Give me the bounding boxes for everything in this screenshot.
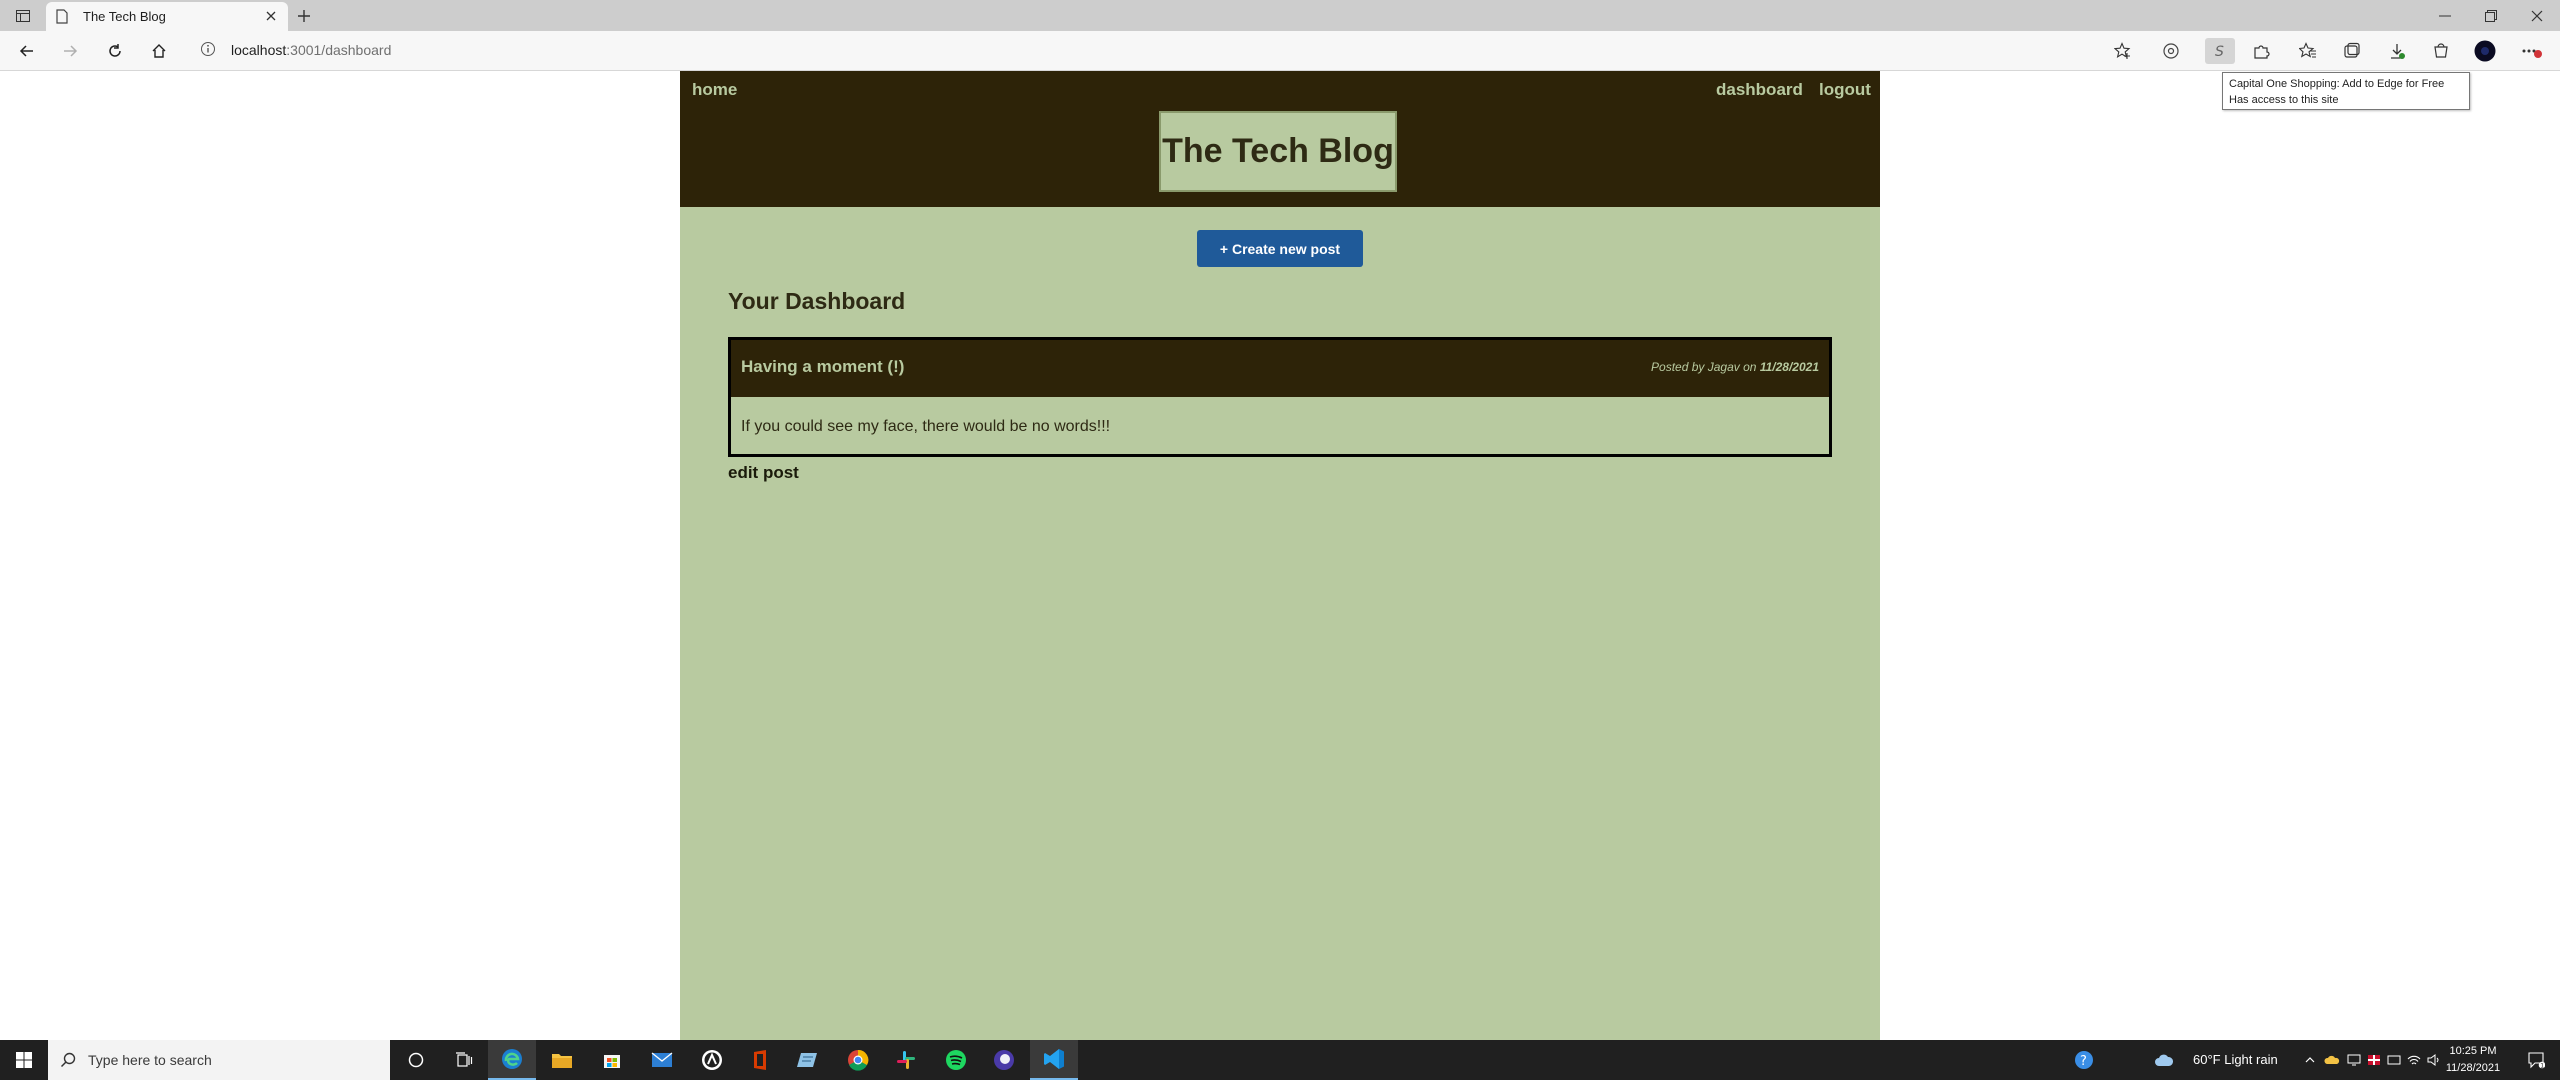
profile-avatar-icon[interactable] (2474, 40, 2496, 62)
url-host: localhost (231, 42, 287, 58)
post-card[interactable]: Having a moment (!) Posted by Jagav on 1… (728, 337, 1832, 457)
chrome-icon[interactable] (834, 1040, 882, 1080)
site-title: The Tech Blog (1162, 132, 1394, 170)
minimize-icon[interactable] (2422, 0, 2468, 31)
restore-icon[interactable] (2468, 0, 2514, 31)
browser-icon[interactable] (980, 1040, 1028, 1080)
post-date: 11/28/2021 (1759, 360, 1819, 374)
taskbar: Type here to search ? 60°F Light rain 10… (0, 1040, 2560, 1080)
app-icon[interactable] (688, 1040, 736, 1080)
taskbar-search[interactable]: Type here to search (48, 1040, 390, 1080)
browser-tab[interactable]: The Tech Blog (46, 2, 288, 31)
tooltip-line-2: Has access to this site (2229, 94, 2339, 106)
wifi-icon[interactable] (2404, 1040, 2424, 1080)
extension-tooltip: Capital One Shopping: Add to Edge for Fr… (2222, 72, 2470, 110)
mail-icon[interactable] (638, 1040, 686, 1080)
post-author: Jagav (1707, 360, 1740, 374)
clock-time: 10:25 PM (2449, 1045, 2497, 1057)
taskbar-clock[interactable]: 10:25 PM 11/28/2021 (2438, 1043, 2508, 1077)
windows-start-icon[interactable] (0, 1040, 48, 1080)
extensions-puzzle-icon[interactable] (2250, 40, 2272, 62)
close-window-icon[interactable] (2514, 0, 2560, 31)
edge-icon[interactable] (488, 1040, 536, 1080)
monitor-icon[interactable] (2344, 1040, 2364, 1080)
edit-post-link[interactable]: edit post (728, 463, 799, 483)
file-explorer-icon[interactable] (538, 1040, 586, 1080)
nav-home-link[interactable]: home (692, 80, 737, 100)
create-new-post-button[interactable]: + Create new post (1197, 230, 1363, 267)
capital-one-shopping-icon[interactable]: S (2205, 38, 2235, 64)
clock-date: 11/28/2021 (2445, 1062, 2501, 1074)
post-body: If you could see my face, there would be… (741, 418, 1111, 435)
search-placeholder: Type here to search (88, 1052, 212, 1068)
page-icon (56, 9, 68, 24)
tab-actions-icon[interactable] (10, 7, 36, 25)
weather-text[interactable]: 60°F Light rain (2193, 1052, 2278, 1067)
tab-title: The Tech Blog (83, 9, 166, 24)
onedrive-icon[interactable] (2322, 1040, 2342, 1080)
shopping-icon[interactable] (2430, 40, 2452, 62)
post-meta: Posted by Jagav on 11/28/2021 (1651, 360, 1819, 374)
settings-more-icon[interactable] (2520, 40, 2542, 62)
tab-bar: The Tech Blog (0, 0, 2560, 31)
address-bar[interactable]: localhost:3001/dashboard (231, 42, 391, 58)
svg-text:S: S (2215, 44, 2224, 59)
collections-icon[interactable] (2341, 40, 2363, 62)
favorites-icon[interactable] (2297, 40, 2319, 62)
close-tab-icon[interactable] (264, 9, 278, 23)
office-icon[interactable] (736, 1040, 784, 1080)
url-path: :3001/dashboard (286, 42, 392, 58)
posted-by-label: Posted by (1651, 360, 1705, 374)
home-icon[interactable] (148, 40, 170, 62)
refresh-icon[interactable] (104, 40, 126, 62)
extension-icon[interactable] (2160, 40, 2182, 62)
site-info-icon[interactable] (200, 41, 216, 57)
spotify-icon[interactable] (932, 1040, 980, 1080)
site-header: home dashboard logout The Tech Blog (680, 71, 1880, 207)
vscode-icon[interactable] (1030, 1040, 1078, 1080)
add-favorite-icon[interactable] (2112, 40, 2134, 62)
display-icon[interactable] (2384, 1040, 2404, 1080)
downloads-icon[interactable] (2386, 40, 2408, 62)
svg-text:?: ? (2080, 1054, 2087, 1069)
flag-icon[interactable] (2364, 1040, 2384, 1080)
help-icon[interactable]: ? (2060, 1040, 2108, 1080)
site-title-box[interactable]: The Tech Blog (1159, 111, 1397, 192)
notepad-icon[interactable] (784, 1040, 832, 1080)
notifications-icon[interactable]: 1 (2512, 1040, 2560, 1080)
slack-icon[interactable] (882, 1040, 930, 1080)
show-hidden-icons[interactable] (2300, 1040, 2320, 1080)
store-icon[interactable] (588, 1040, 636, 1080)
nav-logout-link[interactable]: logout (1819, 80, 1871, 100)
svg-text:1: 1 (2540, 1062, 2544, 1069)
forward-icon[interactable] (59, 40, 81, 62)
tooltip-line-1: Capital One Shopping: Add to Edge for Fr… (2229, 78, 2445, 90)
dashboard-heading: Your Dashboard (728, 288, 906, 314)
post-header: Having a moment (!) Posted by Jagav on 1… (731, 340, 1829, 397)
task-view-icon[interactable] (440, 1040, 488, 1080)
new-tab-icon[interactable] (294, 6, 314, 26)
browser-toolbar: localhost:3001/dashboard S (0, 31, 2560, 71)
back-icon[interactable] (16, 40, 38, 62)
on-label: on (1743, 360, 1757, 374)
cortana-icon[interactable] (392, 1040, 440, 1080)
nav-dashboard-link[interactable]: dashboard (1716, 80, 1803, 100)
post-title: Having a moment (!) (741, 357, 905, 376)
weather-icon[interactable] (2150, 1040, 2178, 1080)
page-container: home dashboard logout The Tech Blog + Cr… (680, 71, 1880, 1040)
search-icon (60, 1052, 76, 1068)
